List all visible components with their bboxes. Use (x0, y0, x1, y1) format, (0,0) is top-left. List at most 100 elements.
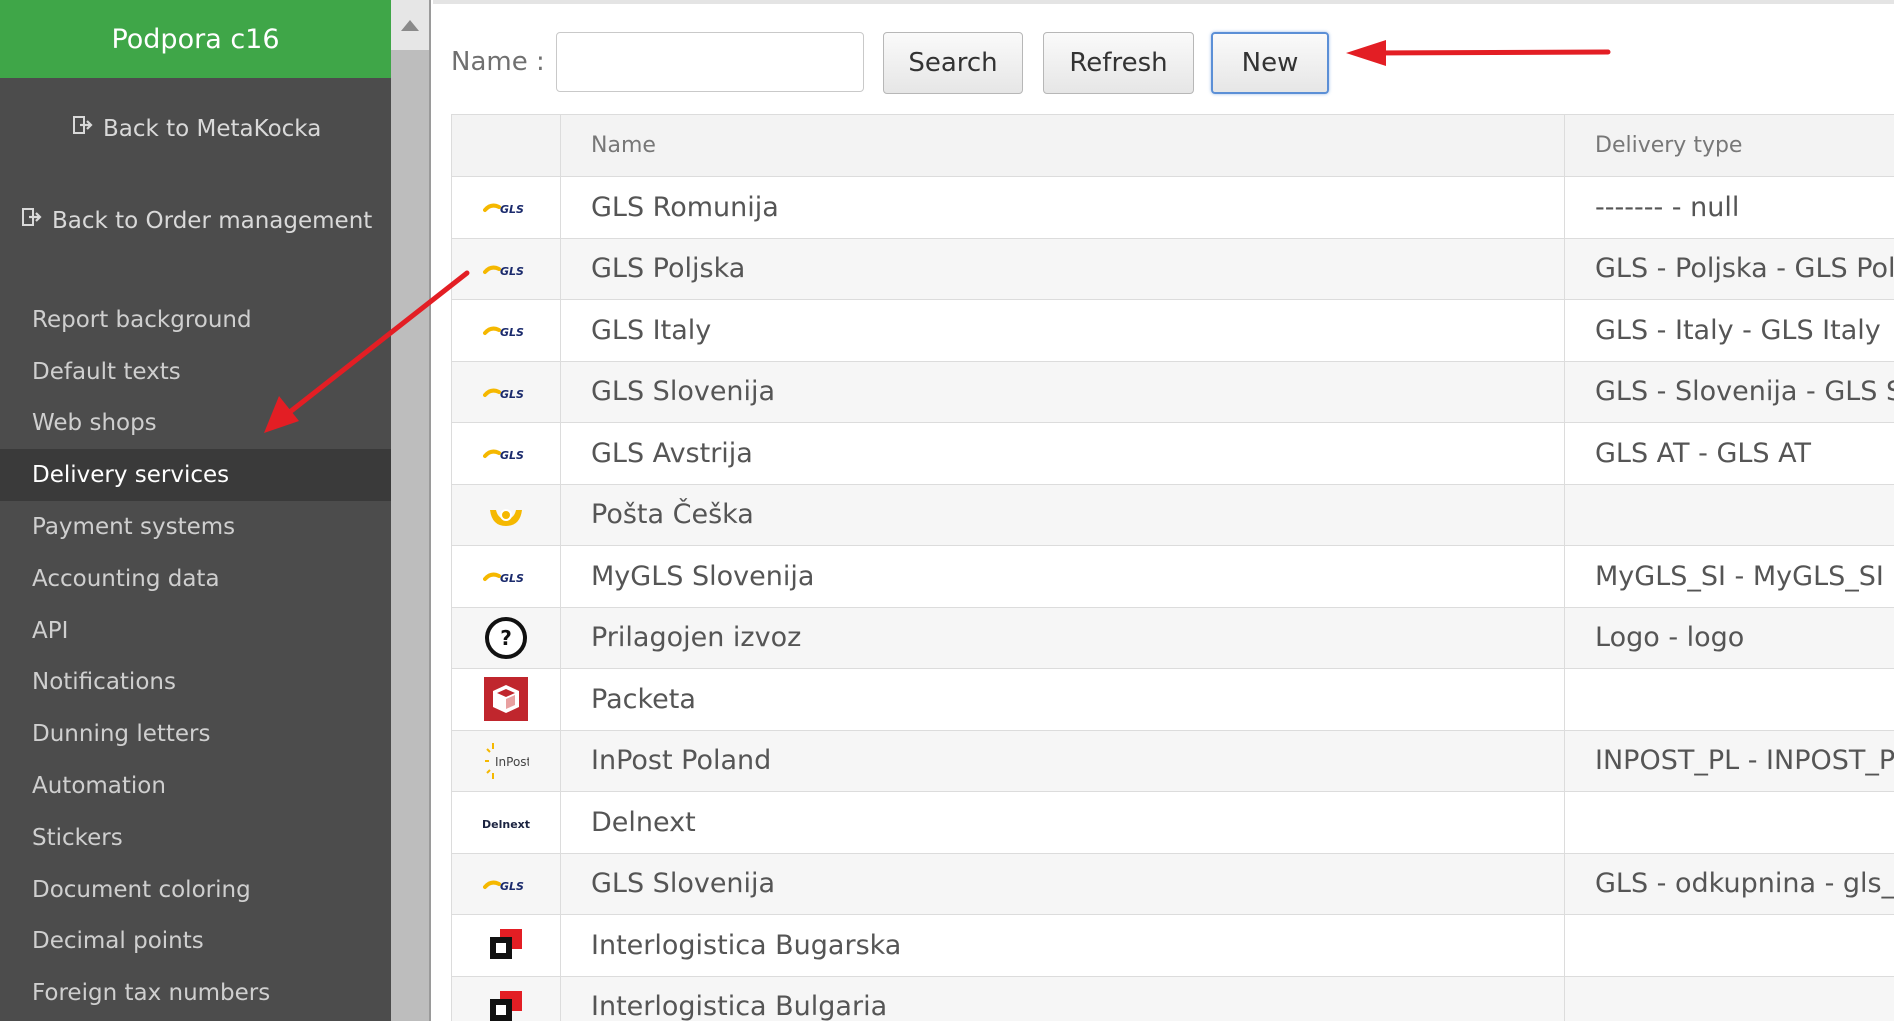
delnext-logo-text: Delnext (482, 818, 530, 831)
menu-item-decimal-points[interactable]: Decimal points (0, 916, 391, 968)
gls-logo: GLS (483, 261, 529, 279)
service-name-cell[interactable]: GLS Avstrija (560, 422, 1565, 485)
sidebar: Podpora c16 Back to MetaKocka Back to Or… (0, 0, 391, 1021)
column-header-delivery-type[interactable]: Delivery type (1564, 114, 1894, 177)
sidebar-title: Podpora c16 (0, 0, 391, 78)
table-row[interactable]: GLS GLS Italy GLS - Italy - GLS Italy (451, 299, 1894, 362)
menu-item-document-coloring[interactable]: Document coloring (0, 864, 391, 916)
sidebar-scrollbar[interactable] (391, 0, 431, 1021)
logo-cell: GLS (451, 545, 561, 608)
logo-cell: ? (451, 606, 561, 669)
delivery-type-cell: GLS - odkupnina - gls_with (1564, 852, 1894, 915)
delivery-type-cell: GLS - Italy - GLS Italy (1564, 299, 1894, 362)
menu-item-foreign-tax-numbers[interactable]: Foreign tax numbers (0, 967, 391, 1019)
table-row[interactable]: GLS GLS SlovenijaGLS - odkupnina - gls_wi… (451, 852, 1894, 915)
table-row[interactable]: Interlogistica Bugarska (451, 914, 1894, 977)
menu-item-automation[interactable]: Automation (0, 760, 391, 812)
service-name-cell[interactable]: Prilagojen izvoz (560, 606, 1565, 669)
column-header-name[interactable]: Name (560, 114, 1565, 177)
service-name-cell[interactable]: GLS Slovenija (560, 360, 1565, 423)
interlogistica-logo (486, 927, 526, 963)
menu-item-delivery-services[interactable]: Delivery services (0, 449, 391, 502)
sign-out-icon (70, 114, 96, 142)
service-name-cell[interactable]: InPost Poland (560, 729, 1565, 792)
logo-cell: GLS (451, 852, 561, 915)
menu-item-payment-systems[interactable]: Payment systems (0, 501, 391, 553)
gls-logo-text: GLS (500, 203, 524, 216)
table-row[interactable]: InPost InPost Poland INPOST_PL - INPOST_PL (451, 729, 1894, 792)
delivery-type-cell (1564, 791, 1894, 854)
table-row[interactable]: Packeta (451, 668, 1894, 731)
gls-logo: GLS (483, 384, 529, 402)
delivery-services-table: Name Delivery type GLS GLS Romunija ------… (451, 114, 1894, 1021)
delivery-type-cell: Logo - logo (1564, 606, 1894, 669)
service-name-cell[interactable]: GLS Slovenija (560, 852, 1565, 915)
back-to-metakocka-link[interactable]: Back to MetaKocka (0, 114, 391, 142)
menu-item-notifications[interactable]: Notifications (0, 657, 391, 709)
table-row[interactable]: GLS MyGLS Slovenija MyGLS_SI - MyGLS_SI (451, 545, 1894, 608)
table-row[interactable]: Pošta Češka (451, 483, 1894, 546)
menu-item-api[interactable]: API (0, 605, 391, 657)
scroll-up-button[interactable] (391, 0, 429, 50)
table-row[interactable]: Interlogistica Bulgaria (451, 975, 1894, 1021)
table-row[interactable]: Delnext Delnext (451, 791, 1894, 854)
delivery-type-cell: GLS - Slovenija - GLS Slovenija (1564, 360, 1894, 423)
logo-cell: InPost (451, 729, 561, 792)
gls-logo: GLS (483, 199, 529, 217)
table-row[interactable]: GLS GLS SlovenijaGLS - Slovenija - GLS Sl… (451, 360, 1894, 423)
table-row[interactable]: GLS GLS Avstrija GLS AT - GLS AT (451, 422, 1894, 485)
triangle-up-icon (401, 19, 419, 31)
service-name-cell[interactable]: Delnext (560, 791, 1565, 854)
service-name-cell[interactable]: GLS Italy (560, 299, 1565, 362)
menu-item-accounting-data[interactable]: Accounting data (0, 553, 391, 605)
gls-logo-text: GLS (500, 326, 524, 339)
gls-logo-text: GLS (500, 572, 524, 585)
table-row[interactable]: GLS GLS PoljskaGLS - Poljska - GLS Poland (451, 237, 1894, 300)
menu-item-web-shops[interactable]: Web shops (0, 398, 391, 450)
delivery-type-cell: ------- - null (1564, 176, 1894, 239)
delivery-type-cell: MyGLS_SI - MyGLS_SI (1564, 545, 1894, 608)
delnext-logo: Delnext (481, 814, 531, 832)
table-row[interactable]: ? Prilagojen izvoz Logo - logo (451, 606, 1894, 669)
back-to-order-management-label: Back to Order management (52, 208, 373, 234)
service-name-cell[interactable]: Pošta Češka (560, 483, 1565, 546)
new-button[interactable]: New (1211, 32, 1329, 94)
service-name-cell[interactable]: Interlogistica Bugarska (560, 914, 1565, 977)
logo-cell: Delnext (451, 791, 561, 854)
search-button[interactable]: Search (883, 32, 1023, 94)
refresh-button[interactable]: Refresh (1043, 32, 1194, 94)
posta-horn-logo (486, 502, 526, 530)
table-row[interactable]: GLS GLS Romunija ------- - null (451, 176, 1894, 239)
back-to-order-management-link[interactable]: Back to Order management (0, 206, 391, 234)
logo-cell (451, 914, 561, 977)
main-content: Name : Search Refresh New Name Delivery … (433, 0, 1894, 1021)
name-search-input[interactable] (556, 32, 864, 92)
menu-item-stickers[interactable]: Stickers (0, 812, 391, 864)
service-name-cell[interactable]: MyGLS Slovenija (560, 545, 1565, 608)
menu-item-dunning-letters[interactable]: Dunning letters (0, 708, 391, 760)
gls-logo-text: GLS (500, 265, 524, 278)
menu-item-report-background[interactable]: Report background (0, 294, 391, 346)
gls-logo-text: GLS (500, 880, 524, 893)
name-label: Name : (451, 47, 545, 77)
inpost-logo-text: InPost (495, 755, 529, 769)
logo-cell: GLS (451, 422, 561, 485)
service-name-cell[interactable]: GLS Romunija (560, 176, 1565, 239)
delivery-type-cell (1564, 975, 1894, 1021)
delivery-type-cell (1564, 668, 1894, 731)
gls-logo-text: GLS (500, 449, 524, 462)
question-mark-text: ? (500, 626, 512, 650)
delivery-type-cell: GLS - Poljska - GLS Poland (1564, 237, 1894, 300)
service-name-cell[interactable]: GLS Poljska (560, 237, 1565, 300)
delivery-type-cell: GLS AT - GLS AT (1564, 422, 1894, 485)
logo-cell: GLS (451, 299, 561, 362)
delivery-type-cell (1564, 483, 1894, 546)
logo-cell: GLS (451, 360, 561, 423)
gls-logo: GLS (483, 568, 529, 586)
service-name-cell[interactable]: Packeta (560, 668, 1565, 731)
menu-item-default-texts[interactable]: Default texts (0, 346, 391, 398)
packeta-logo (484, 677, 528, 722)
table-header-row: Name Delivery type (451, 114, 1894, 177)
service-name-cell[interactable]: Interlogistica Bulgaria (560, 975, 1565, 1021)
settings-menu: Report background Default texts Web shop… (0, 294, 391, 1019)
